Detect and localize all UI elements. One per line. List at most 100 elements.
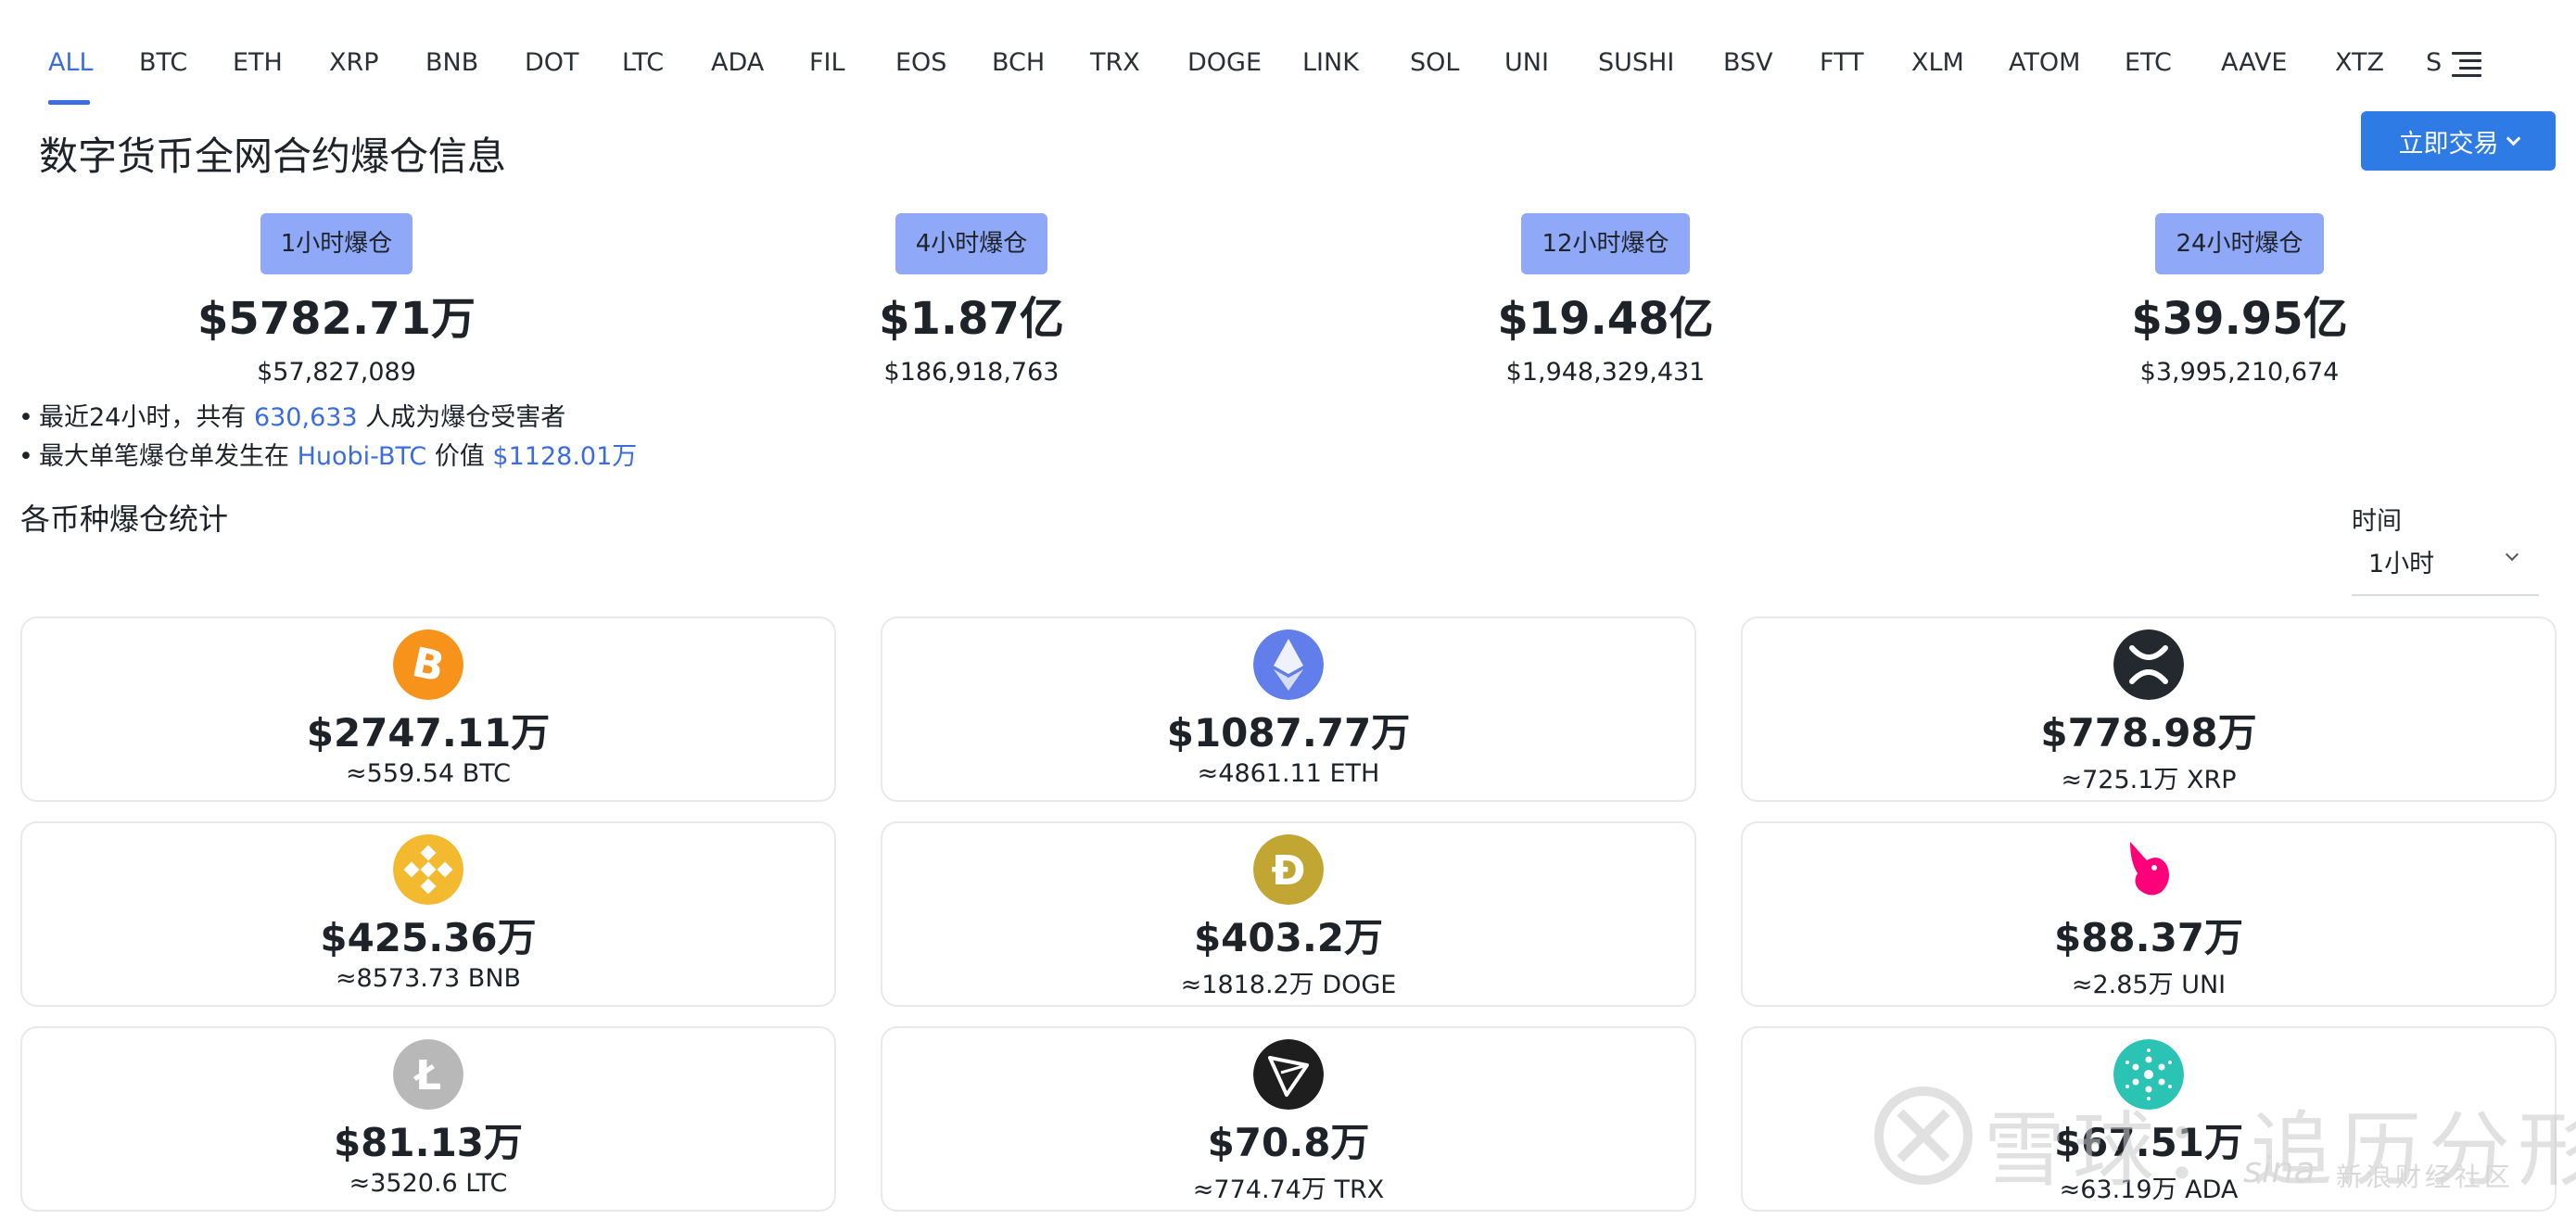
note-largest: • 最大单笔爆仓单发生在 Huobi-BTC 价值 $1128.01万 [19, 442, 638, 471]
btc-icon: B [393, 629, 463, 700]
coin-amount: ≈4861.11 ETH [1197, 759, 1380, 788]
xrp-icon [2113, 629, 2184, 700]
coin-value: $425.36万 [320, 915, 537, 960]
note-victims: • 最近24小时，共有 630,633 人成为爆仓受害者 [19, 403, 566, 432]
tab-eos[interactable]: EOS [895, 48, 946, 77]
tab-xtz[interactable]: XTZ [2335, 48, 2384, 77]
summary-exact: $57,827,089 [257, 358, 416, 387]
tab-ada[interactable]: ADA [711, 48, 764, 77]
victim-count: 630,633 [253, 403, 358, 432]
tab-ltc[interactable]: LTC [622, 48, 664, 77]
coin-card-xrp[interactable]: $778.98万 ≈725.1万 XRP [1741, 616, 2557, 802]
svg-text:Ł: Ł [413, 1052, 441, 1099]
doge-icon: Ð [1253, 834, 1324, 905]
exchange-link[interactable]: Huobi-BTC [298, 442, 427, 471]
bnb-icon [393, 834, 463, 905]
sina-caption: 新浪财经社区 [2336, 1162, 2515, 1192]
tab-bch[interactable]: BCH [992, 48, 1045, 77]
coin-amount: ≈2.85万 UNI [2071, 971, 2227, 999]
summary-1h: 1小时爆仓 $5782.71万 $57,827,089 [133, 213, 540, 387]
tab-uni[interactable]: UNI [1504, 48, 1549, 77]
coin-value: $2747.11万 [306, 710, 551, 756]
coin-amount: ≈725.1万 XRP [2061, 766, 2237, 794]
coin-tabs: ALL BTC ETH XRP BNB DOT LTC ADA FIL EOS … [0, 0, 2576, 111]
summary-label[interactable]: 12小时爆仓 [1521, 213, 1690, 274]
note-text: 最大单笔爆仓单发生在 [39, 442, 289, 471]
time-select[interactable]: 1小时 [2352, 542, 2539, 596]
tab-eth[interactable]: ETH [233, 48, 283, 77]
tab-dot[interactable]: DOT [525, 48, 579, 77]
summary-12h: 12小时爆仓 $19.48亿 $1,948,329,431 [1402, 213, 1809, 387]
summary-24h: 24小时爆仓 $39.95亿 $3,995,210,674 [2036, 213, 2443, 387]
tab-fil[interactable]: FIL [809, 48, 845, 77]
largest-value: $1128.01万 [492, 442, 638, 471]
eth-icon [1253, 629, 1324, 700]
coin-value: $88.37万 [2053, 915, 2244, 960]
tab-bsv[interactable]: BSV [1723, 48, 1773, 77]
active-tab-indicator [48, 100, 90, 105]
coin-card-uni[interactable]: $88.37万 ≈2.85万 UNI [1741, 821, 2557, 1007]
tab-sushi[interactable]: SUSHI [1598, 48, 1674, 77]
summary-amount: $39.95亿 [2131, 293, 2348, 345]
tab-s[interactable]: S [2426, 48, 2442, 77]
tab-xrp[interactable]: XRP [329, 48, 379, 77]
coin-amount: ≈1818.2万 DOGE [1180, 971, 1397, 999]
tab-trx[interactable]: TRX [1090, 48, 1140, 77]
summary-exact: $186,918,763 [883, 358, 1060, 387]
summary-label[interactable]: 1小时爆仓 [260, 213, 413, 274]
uni-icon [2113, 834, 2184, 905]
coin-card-doge[interactable]: Ð $403.2万 ≈1818.2万 DOGE [881, 821, 1696, 1007]
tab-all[interactable]: ALL [48, 48, 94, 77]
chevron-down-icon [2505, 547, 2519, 562]
coin-amount: ≈559.54 BTC [346, 759, 511, 788]
coin-value: $403.2万 [1193, 915, 1384, 960]
snowball-logo-icon [1874, 1087, 1973, 1185]
svg-text:Ð: Ð [1272, 847, 1306, 895]
coin-card-trx[interactable]: $70.8万 ≈774.74万 TRX [881, 1026, 1696, 1212]
note-text: 人成为爆仓受害者 [365, 403, 566, 432]
page-title: 数字货币全网合约爆仓信息 [39, 133, 507, 179]
trx-icon [1253, 1039, 1324, 1110]
tab-atom[interactable]: ATOM [2009, 48, 2080, 77]
coin-value: $70.8万 [1207, 1120, 1370, 1165]
section-title: 各币种爆仓统计 [20, 502, 229, 537]
summary-label[interactable]: 24小时爆仓 [2155, 213, 2324, 274]
coin-card-ltc[interactable]: Ł $81.13万 ≈3520.6 LTC [20, 1026, 836, 1212]
menu-icon[interactable] [2452, 52, 2481, 77]
time-label: 时间 [2352, 507, 2402, 536]
liquidation-notes: • 最近24小时，共有 630,633 人成为爆仓受害者 • 最大单笔爆仓单发生在 … [19, 399, 637, 477]
tab-link[interactable]: LINK [1302, 48, 1359, 77]
tab-sol[interactable]: SOL [1410, 48, 1459, 77]
coin-amount: ≈774.74万 TRX [1192, 1176, 1385, 1204]
sina-logo: sina [2243, 1150, 2316, 1190]
watermark: 雪球：追历分形 sina 新浪财经社区 [1872, 1085, 2576, 1198]
note-text: 价值 [434, 442, 485, 471]
note-text: 最近24小时，共有 [39, 403, 247, 432]
coin-amount: ≈8573.73 BNB [335, 964, 522, 993]
ltc-icon: Ł [393, 1039, 463, 1110]
coin-card-eth[interactable]: $1087.77万 ≈4861.11 ETH [881, 616, 1696, 802]
coin-value: $778.98万 [2040, 710, 2257, 756]
tab-etc[interactable]: ETC [2125, 48, 2172, 77]
tab-btc[interactable]: BTC [139, 48, 187, 77]
coin-value: $1087.77万 [1166, 710, 1411, 756]
coin-card-bnb[interactable]: $425.36万 ≈8573.73 BNB [20, 821, 836, 1007]
summary-4h: 4小时爆仓 $1.87亿 $186,918,763 [768, 213, 1175, 387]
summary-exact: $3,995,210,674 [2139, 358, 2340, 387]
chevron-down-icon [2506, 131, 2520, 146]
tab-aave[interactable]: AAVE [2221, 48, 2288, 77]
tab-bnb[interactable]: BNB [425, 48, 478, 77]
trade-now-button[interactable]: 立即交易 [2361, 111, 2556, 171]
coin-card-btc[interactable]: B $2747.11万 ≈559.54 BTC [20, 616, 836, 802]
summary-amount: $1.87亿 [879, 293, 1064, 345]
summary-amount: $5782.71万 [197, 293, 476, 345]
tab-xlm[interactable]: XLM [1911, 48, 1964, 77]
coin-amount: ≈3520.6 LTC [349, 1169, 508, 1198]
summary-label[interactable]: 4小时爆仓 [895, 213, 1048, 274]
trade-button-label: 立即交易 [2398, 129, 2499, 159]
coin-value: $81.13万 [333, 1120, 524, 1165]
summary-amount: $19.48亿 [1497, 293, 1714, 345]
time-select-value: 1小时 [2368, 550, 2435, 578]
tab-ftt[interactable]: FTT [1820, 48, 1864, 77]
tab-doge[interactable]: DOGE [1187, 48, 1262, 77]
